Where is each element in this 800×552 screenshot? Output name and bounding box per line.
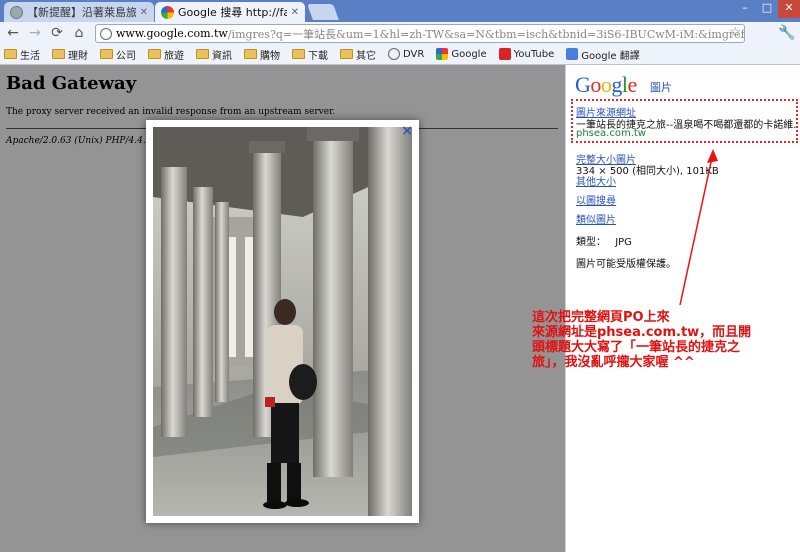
wrench-menu-icon[interactable]: 🔧 — [778, 24, 796, 42]
globe-icon — [388, 48, 400, 60]
bookmarks-bar: 生活 理財 公司 旅遊 資訊 購物 下載 其它 DVR Google YouTu… — [0, 44, 800, 65]
bookmark-folder[interactable]: 生活 — [4, 47, 40, 62]
page-info-icon[interactable] — [100, 27, 112, 40]
address-bar[interactable]: www.google.com.tw/imgres?q=一筆站長&um=1&hl=… — [95, 24, 745, 43]
annotation-line: 這次把完整網頁PO上來 — [532, 310, 670, 325]
page-content: Bad Gateway The proxy server received an… — [0, 65, 800, 552]
annotation-line: 來源網址是phsea.com.tw，而且開 — [532, 325, 752, 340]
forward-button[interactable]: → — [26, 24, 44, 42]
folder-icon — [148, 49, 161, 59]
back-button[interactable]: ← — [4, 24, 22, 42]
folder-icon — [52, 49, 65, 59]
new-tab-button[interactable] — [307, 4, 339, 20]
annotation-line: 頭標題大大寫了「一筆站長的捷克之 — [532, 340, 741, 355]
home-icon[interactable]: ⌂ — [70, 24, 88, 42]
bookmark-folder[interactable]: 公司 — [100, 47, 136, 62]
url-path: /imgres?q=一筆站長&um=1&hl=zh-TW&sa=N&tbm=is… — [227, 27, 745, 41]
bookmark-star-icon[interactable]: ☆ — [729, 25, 741, 40]
folder-icon — [196, 49, 209, 59]
translate-icon — [566, 48, 579, 60]
bookmark-google[interactable]: Google — [436, 48, 487, 60]
tab-close-icon[interactable]: ✕ — [140, 7, 148, 18]
tab-2[interactable]: Google 搜尋 http://farm3.stati... ✕ — [155, 2, 305, 22]
url-host: www.google.com.tw — [116, 27, 228, 40]
bookmark-folder[interactable]: 旅遊 — [148, 47, 184, 62]
close-window-button[interactable]: ✕ — [778, 0, 800, 18]
tab-strip: 【新提醒】沿著萊島旅行-... ✕ Google 搜尋 http://farm3… — [0, 0, 800, 22]
bookmark-folder[interactable]: 購物 — [244, 47, 280, 62]
folder-icon — [340, 49, 353, 59]
tab-close-icon[interactable]: ✕ — [291, 7, 299, 18]
folder-icon — [292, 49, 305, 59]
folder-icon — [100, 49, 113, 59]
reload-button[interactable]: ⟳ — [48, 24, 66, 42]
tab-title: 【新提醒】沿著萊島旅行-... — [27, 6, 136, 19]
tab-title: Google 搜尋 http://farm3.stati... — [178, 6, 287, 19]
youtube-icon — [498, 48, 511, 60]
annotation-line: 旅」，我沒亂呼攏大家喔 ^^ — [532, 355, 695, 370]
bookmark-youtube[interactable]: YouTube — [498, 48, 554, 60]
annotation-arrow — [679, 149, 718, 306]
bookmark-folder[interactable]: 下載 — [292, 47, 328, 62]
google-icon — [436, 48, 449, 60]
bookmark-google-translate[interactable]: Google 翻譯 — [566, 47, 640, 62]
bookmark-folder[interactable]: 資訊 — [196, 47, 232, 62]
maximize-button[interactable]: □ — [756, 0, 778, 18]
folder-icon — [244, 49, 257, 59]
tab-1[interactable]: 【新提醒】沿著萊島旅行-... ✕ — [4, 2, 154, 22]
bookmark-dvr[interactable]: DVR — [388, 48, 424, 60]
bookmark-folder[interactable]: 理財 — [52, 47, 88, 62]
folder-icon — [4, 49, 17, 59]
toolbar: ← → ⟳ ⌂ www.google.com.tw/imgres?q=一筆站長&… — [0, 22, 800, 44]
annotation-text: 這次把完整網頁PO上來 來源網址是phsea.com.tw，而且開 頭標題大大寫… — [532, 310, 782, 370]
bookmark-folder[interactable]: 其它 — [340, 47, 376, 62]
google-favicon-icon — [161, 5, 174, 19]
page-favicon-icon — [10, 5, 23, 19]
minimize-button[interactable]: – — [734, 0, 756, 18]
